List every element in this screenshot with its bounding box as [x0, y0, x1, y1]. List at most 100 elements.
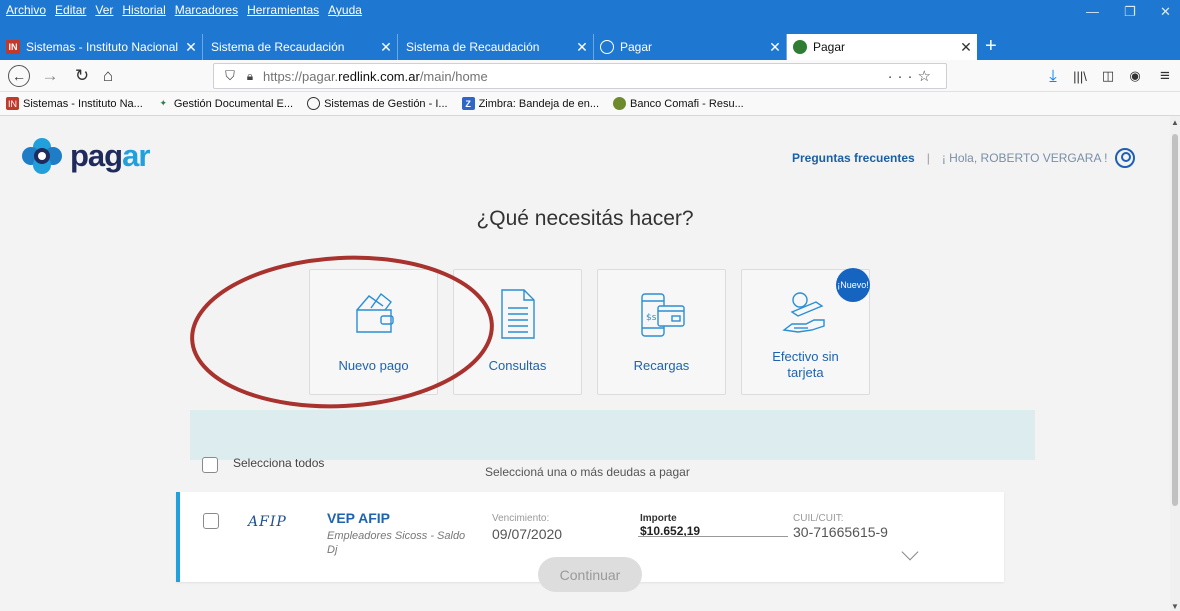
card-label: Consultas [488, 358, 547, 373]
tab-label: Sistema de Recaudación [211, 40, 345, 54]
top-links: Preguntas frecuentes | ¡ Hola, ROBERTO V… [792, 148, 1136, 168]
cuit-caption: CUIL/CUIT: [793, 513, 844, 524]
tab-recaudacion-1[interactable]: Sistema de Recaudación ✕ [203, 34, 398, 60]
lock-icon[interactable]: 🔒︎ [241, 69, 259, 84]
browser-menubar: Archivo Editar Ver Historial Marcadores … [0, 0, 1180, 34]
close-window-icon[interactable]: ✕ [1160, 4, 1171, 20]
menu-ver[interactable]: Ver [95, 3, 113, 17]
navigation-toolbar: ← → ↻ ⌂ ⛉ 🔒︎ https://pagar. redlink.com.a… [0, 60, 1180, 92]
chevron-down-icon[interactable] [901, 543, 919, 561]
tab-label: Sistema de Recaudación [406, 40, 540, 54]
user-greeting: ¡ Hola, ROBERTO VERGARA ! [941, 151, 1108, 165]
cuit-value: 30-71665615-9 [793, 524, 888, 540]
reload-icon[interactable]: ↻ [70, 64, 94, 88]
menu-list: Archivo Editar Ver Historial Marcadores … [0, 0, 362, 20]
menu-marcadores[interactable]: Marcadores [175, 3, 238, 17]
bookmark-item[interactable]: IN Sistemas - Instituto Na... [6, 97, 143, 110]
globe-icon [600, 40, 614, 54]
info-banner [190, 410, 1035, 460]
menu-ayuda[interactable]: Ayuda [328, 3, 362, 17]
tab-sistemas[interactable]: IN Sistemas - Instituto Nacional de ✕ [0, 34, 203, 60]
pagar-wordmark: pagar [70, 138, 150, 173]
page-actions-icon[interactable]: ···☆ [888, 67, 936, 85]
separator: | [926, 151, 930, 165]
new-tab-icon[interactable]: + [985, 34, 997, 60]
faq-link[interactable]: Preguntas frecuentes [792, 151, 915, 165]
tab-label: Pagar [813, 40, 846, 54]
scroll-up-icon[interactable]: ▲ [1171, 118, 1179, 127]
continue-button[interactable]: Continuar [538, 557, 642, 592]
menu-herramientas[interactable]: Herramientas [247, 3, 319, 17]
amount-underline [638, 536, 788, 537]
page-scrollbar[interactable]: ▲ ▼ [1170, 116, 1180, 611]
new-badge: ¡Nuevo! [836, 268, 870, 302]
card-label: Recargas [633, 358, 690, 373]
debts-hint: Seleccioná una o más deudas a pagar [485, 465, 690, 479]
debt-title: VEP AFIP [327, 510, 391, 526]
home-icon[interactable]: ⌂ [96, 64, 120, 88]
page-content: pagar Preguntas frecuentes | ¡ Hola, ROB… [0, 116, 1170, 611]
bookmark-item[interactable]: Banco Comafi - Resu... [613, 97, 744, 110]
bookmarks-bar: IN Sistemas - Instituto Na... ✦ Gestión … [0, 92, 1180, 116]
user-icon[interactable] [1115, 148, 1136, 168]
bookmark-item[interactable]: Sistemas de Gestión - I... [307, 97, 448, 110]
due-caption: Vencimiento: [492, 513, 550, 524]
page-question: ¿Qué necesitás hacer? [476, 207, 694, 230]
select-all-checkbox[interactable] [202, 457, 218, 473]
sidebar-icon[interactable]: ◫ [1096, 64, 1120, 88]
bookmark-label: Zimbra: Bandeja de en... [478, 97, 600, 110]
menu-archivo[interactable]: Archivo [6, 3, 46, 17]
scroll-down-icon[interactable]: ▼ [1171, 602, 1179, 611]
wallet-icon [355, 292, 394, 333]
gde-icon: ✦ [159, 98, 168, 108]
debt-subtitle: Empleadores Sicoss - Saldo Dj [327, 530, 466, 556]
tab-label: Sistemas - Instituto Nacional de [26, 40, 180, 54]
inaes-icon: IN [6, 97, 19, 110]
close-tab-icon[interactable]: ✕ [180, 39, 202, 56]
card-efectivo-sin-tarjeta[interactable]: ¡Nuevo! Efectivo sin tarjeta [741, 268, 870, 395]
bookmark-label: Gestión Documental E... [173, 97, 294, 110]
zimbra-icon: Z [461, 97, 475, 110]
restore-icon[interactable]: ❐ [1124, 4, 1136, 20]
bookmark-label: Banco Comafi - Resu... [630, 97, 744, 110]
card-nuevo-pago[interactable]: Nuevo pago [309, 269, 438, 395]
afip-logo: AFIP [248, 514, 287, 530]
card-recargas[interactable]: $s Recargas [597, 269, 726, 395]
globe-icon [307, 97, 321, 110]
url-prefix: https://pagar. [263, 68, 339, 84]
bookmark-item[interactable]: ✦ Gestión Documental E... [157, 97, 294, 110]
bookmark-item[interactable]: Z Zimbra: Bandeja de en... [461, 97, 600, 110]
card-label: Nuevo pago [338, 358, 409, 373]
hamburger-menu-icon[interactable]: ≡ [1153, 64, 1177, 88]
select-all-label: Selecciona todos [233, 456, 325, 470]
downloads-icon[interactable]: ⤓ [1041, 64, 1065, 88]
url-bar[interactable]: ⛉ 🔒︎ https://pagar. redlink.com.ar/main/h… [213, 63, 947, 89]
due-value: 09/07/2020 [492, 526, 563, 542]
pagar-flower-icon [22, 138, 62, 174]
tab-recaudacion-2[interactable]: Sistema de Recaudación ✕ [398, 34, 594, 60]
url-host: redlink.com.ar [338, 68, 420, 84]
library-icon[interactable]: |||\ [1068, 64, 1092, 88]
tracking-shield-icon[interactable]: ⛉ [219, 68, 241, 84]
close-tab-icon[interactable]: ✕ [955, 39, 977, 56]
account-icon[interactable]: ◉ [1123, 64, 1147, 88]
back-icon[interactable]: ← [8, 65, 30, 87]
amount-caption: Importe [640, 513, 677, 524]
tab-pagar-active[interactable]: Pagar ✕ [787, 34, 977, 60]
forward-icon[interactable]: → [38, 64, 62, 88]
close-tab-icon[interactable]: ✕ [571, 39, 593, 56]
minimize-icon[interactable]: — [1086, 4, 1099, 19]
document-icon [500, 289, 535, 339]
tab-strip: IN Sistemas - Instituto Nacional de ✕ Si… [0, 34, 1180, 60]
tab-pagar-1[interactable]: Pagar ✕ [594, 34, 787, 60]
pagar-logo[interactable]: pagar [20, 136, 150, 176]
debt-checkbox[interactable] [203, 513, 219, 529]
scroll-thumb[interactable] [1172, 134, 1178, 506]
card-consultas[interactable]: Consultas [453, 269, 582, 395]
pagar-favicon [793, 40, 807, 54]
menu-historial[interactable]: Historial [122, 3, 165, 17]
close-tab-icon[interactable]: ✕ [764, 39, 786, 56]
close-tab-icon[interactable]: ✕ [375, 39, 397, 56]
tab-label: Pagar [620, 40, 653, 54]
menu-editar[interactable]: Editar [55, 3, 86, 17]
